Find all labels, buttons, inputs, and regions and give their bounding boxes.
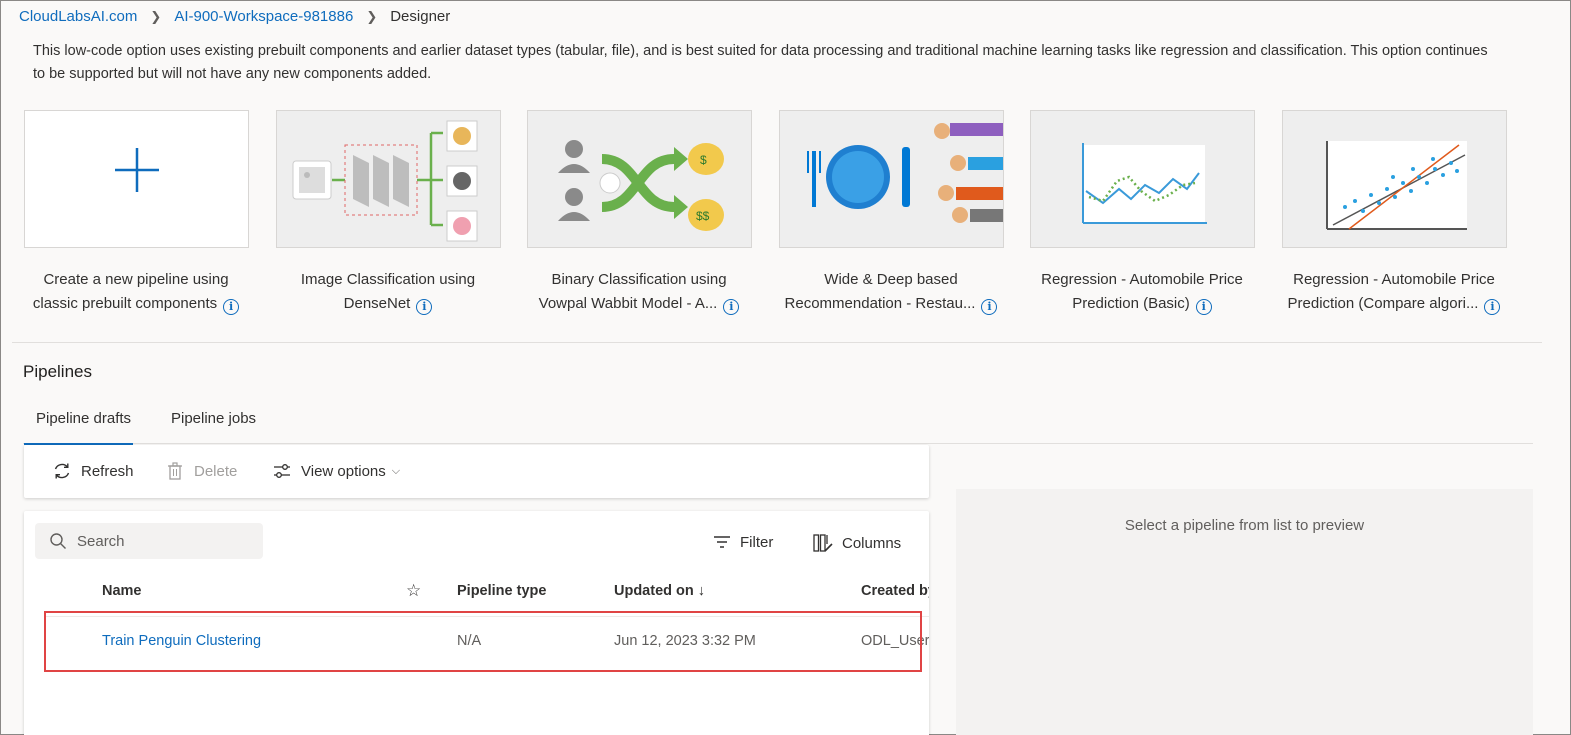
card-new-pipeline[interactable]: Create a new pipeline using classic preb…	[24, 110, 249, 316]
line-chart-thumbnail[interactable]	[1030, 110, 1255, 248]
pipelines-title: Pipelines	[23, 362, 92, 381]
card-label: Regression - Automobile Price Prediction…	[1274, 268, 1514, 316]
card-image-classification[interactable]: Image Classification using DenseNet i	[276, 110, 501, 316]
info-icon[interactable]: i	[416, 299, 433, 315]
trash-icon	[168, 462, 182, 480]
breadcrumb-current: Designer	[390, 8, 451, 25]
line-chart-icon	[1082, 143, 1207, 224]
image-classification-icon	[292, 120, 478, 242]
info-icon[interactable]: i	[723, 299, 740, 315]
breadcrumb: CloudLabsAI.com ❯ AI-900-Workspace-98188…	[19, 8, 450, 25]
chevron-down-icon: ⌵	[391, 464, 401, 477]
card-binary-classification[interactable]: $ $$ Binary Classification using Vowpal …	[527, 110, 752, 316]
refresh-button[interactable]: Refresh	[52, 461, 134, 481]
binary-classification-thumbnail[interactable]: $ $$	[527, 110, 752, 248]
chevron-right-icon: ❯	[150, 8, 162, 24]
column-header-pipeline-type[interactable]: Pipeline type	[457, 583, 546, 599]
filter-button[interactable]: Filter	[713, 533, 773, 551]
card-label: Binary Classification using Vowpal Wabbi…	[519, 268, 759, 316]
info-icon[interactable]: i	[1484, 299, 1501, 315]
svg-text:$: $	[700, 153, 707, 167]
tab-pipeline-drafts[interactable]: Pipeline drafts	[23, 404, 134, 445]
pipelines-list: Filter Columns Name ☆ Pipeline type Upda…	[24, 511, 929, 735]
designer-description: This low-code option uses existing prebu…	[33, 43, 1488, 82]
card-label: Create a new pipeline using classic preb…	[16, 268, 256, 316]
view-options-button[interactable]: View options ⌵	[272, 461, 400, 481]
favorite-star-icon[interactable]: ☆	[406, 581, 421, 601]
pipeline-tabs: Pipeline drafts Pipeline jobs	[23, 404, 1533, 445]
card-regression-compare[interactable]: Regression - Automobile Price Prediction…	[1282, 110, 1507, 316]
svg-text:$$: $$	[696, 209, 710, 223]
column-header-created-by[interactable]: Created by	[861, 583, 929, 599]
filter-icon	[714, 536, 730, 548]
pipelines-toolbar: Refresh Delete View options ⌵	[24, 445, 929, 498]
search-box[interactable]	[35, 523, 263, 559]
recommendation-thumbnail[interactable]	[779, 110, 1004, 248]
columns-icon	[813, 534, 833, 552]
column-header-updated-on[interactable]: Updated on ↓	[614, 583, 705, 599]
card-regression-basic[interactable]: Regression - Automobile Price Prediction…	[1030, 110, 1255, 316]
delete-button[interactable]: Delete	[165, 461, 237, 481]
recommendation-icon	[807, 123, 1003, 223]
column-header-name[interactable]: Name	[102, 583, 142, 599]
sliders-icon	[274, 464, 290, 478]
info-icon[interactable]: i	[1195, 299, 1212, 315]
chevron-right-icon: ❯	[366, 8, 378, 24]
binary-classification-icon: $ $$	[558, 140, 724, 231]
search-input[interactable]	[77, 532, 257, 550]
pipeline-preview-panel: Select a pipeline from list to preview	[956, 489, 1533, 735]
search-icon	[50, 533, 66, 549]
info-icon[interactable]: i	[981, 299, 998, 315]
info-icon[interactable]: i	[223, 299, 240, 315]
card-label: Wide & Deep based Recommendation - Resta…	[771, 268, 1011, 316]
breadcrumb-link-home[interactable]: CloudLabsAI.com	[19, 8, 137, 25]
card-label: Regression - Automobile Price Prediction…	[1041, 271, 1243, 315]
card-recommendation[interactable]: Wide & Deep based Recommendation - Resta…	[779, 110, 1004, 316]
columns-button[interactable]: Columns	[813, 533, 901, 553]
card-label: Image Classification using DenseNet i	[300, 271, 476, 315]
highlight-box	[44, 611, 922, 672]
image-classification-thumbnail[interactable]	[276, 110, 501, 248]
new-pipeline-thumbnail[interactable]	[24, 110, 249, 248]
refresh-icon	[54, 463, 70, 479]
breadcrumb-link-workspace[interactable]: AI-900-Workspace-981886	[174, 8, 353, 25]
scatter-regression-thumbnail[interactable]	[1282, 110, 1507, 248]
scatter-regression-icon	[1326, 141, 1467, 230]
plus-icon	[115, 148, 159, 192]
section-divider	[12, 342, 1542, 343]
preview-placeholder-text: Select a pipeline from list to preview	[1124, 517, 1365, 534]
tab-pipeline-jobs[interactable]: Pipeline jobs	[171, 404, 256, 444]
